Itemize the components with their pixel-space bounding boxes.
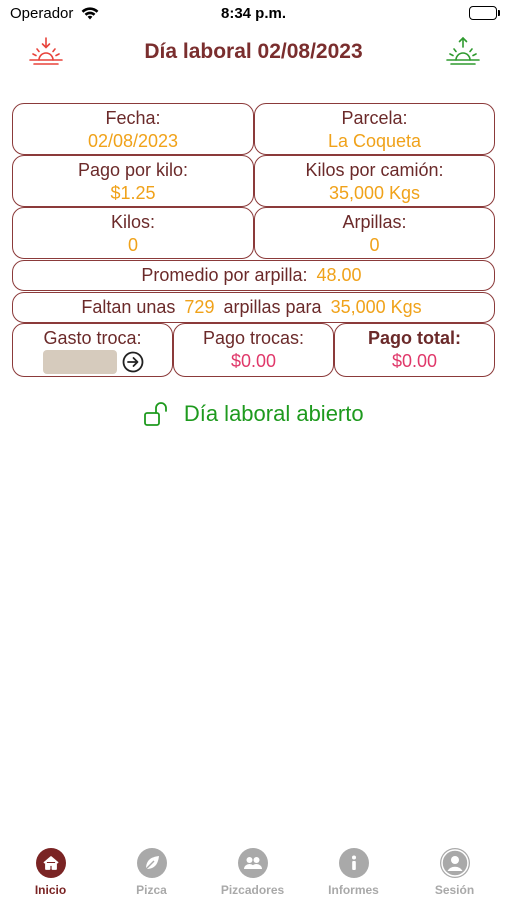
gasto-troca-input[interactable] [43,350,117,374]
tab-pizcadores[interactable]: Pizcadores [202,848,303,897]
battery-icon [469,6,500,20]
tab-inicio-label: Inicio [34,883,67,897]
arpillas-card[interactable]: Arpillas: 0 [254,207,495,259]
promedio-row: Promedio por arpilla: 48.00 [12,260,495,291]
kilos-label: Kilos: [110,212,155,232]
kilos-value: 0 [127,235,138,255]
parcela-card[interactable]: Parcela: La Coqueta [254,103,495,155]
leaf-icon [136,848,167,878]
tab-pizca[interactable]: Pizca [101,848,202,897]
user-icon [439,848,470,878]
kilos-por-camion-label: Kilos por camión: [305,160,444,180]
promedio-value: 48.00 [316,265,362,285]
kilos-por-camion-card[interactable]: Kilos por camión: 35,000 Kgs [254,155,495,207]
faltan-target: 35,000 Kgs [330,297,422,317]
header: Día laboral 02/08/2023 [0,36,507,72]
pago-trocas-value: $0.00 [230,351,277,371]
status-bar: Operador 8:34 p.m. [0,0,507,28]
day-status-text: Día laboral abierto [183,401,364,426]
promedio-label: Promedio por arpilla: [141,265,308,285]
pago-por-kilo-card[interactable]: Pago por kilo: $1.25 [12,155,254,207]
tab-inicio[interactable]: Inicio [0,848,101,897]
tab-pizcadores-label: Pizcadores [220,883,285,897]
pago-total-card: Pago total: $0.00 [334,323,495,377]
page-title: Día laboral 02/08/2023 [144,40,363,63]
arrow-right-circle-icon[interactable] [122,351,144,373]
tab-pizca-label: Pizca [136,883,167,897]
pago-por-kilo-label: Pago por kilo: [77,160,189,180]
faltan-count: 729 [184,297,215,317]
home-icon [35,848,66,878]
tab-informes-label: Informes [328,883,379,897]
gasto-troca-label: Gasto troca: [43,328,142,348]
arpillas-value: 0 [369,235,380,255]
pago-por-kilo-value: $1.25 [110,183,156,203]
faltan-prefix: Faltan unas [81,297,176,317]
parcela-value: La Coqueta [327,131,422,151]
pago-total-value: $0.00 [391,351,438,371]
fecha-card[interactable]: Fecha: 02/08/2023 [12,103,254,155]
info-icon [338,848,369,878]
kilos-card[interactable]: Kilos: 0 [12,207,254,259]
kilos-por-camion-value: 35,000 Kgs [328,183,421,203]
faltan-middle: arpillas para [223,297,322,317]
people-icon [237,848,268,878]
pago-total-label: Pago total: [368,328,461,348]
tab-sesion[interactable]: Sesión [404,848,505,897]
status-time: 8:34 p.m. [220,5,287,22]
fecha-label: Fecha: [105,108,161,128]
faltan-row: Faltan unas 729 arpillas para 35,000 Kgs [12,292,495,323]
arpillas-label: Arpillas: [342,212,407,232]
gasto-troca-card: Gasto troca: [12,323,173,377]
tab-sesion-label: Sesión [434,883,475,897]
fecha-value: 02/08/2023 [87,131,179,151]
tab-informes[interactable]: Informes [303,848,404,897]
sunrise-icon[interactable] [445,36,481,70]
unlock-icon [143,400,171,428]
parcela-label: Parcela: [341,108,408,128]
pago-trocas-label: Pago trocas: [202,328,305,348]
pago-trocas-card: Pago trocas: $0.00 [173,323,334,377]
day-status[interactable]: Día laboral abierto [0,400,507,432]
tab-bar: Inicio Pizca Pizcadores Informes Sesión [0,840,507,900]
